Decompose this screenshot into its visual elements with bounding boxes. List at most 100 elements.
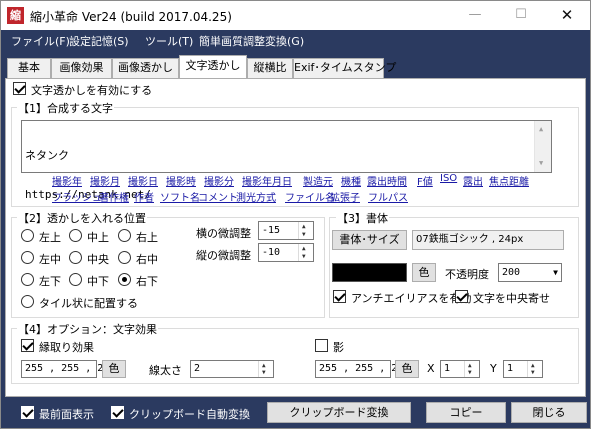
menu-file[interactable]: ファイル(F) (11, 33, 70, 49)
menu-quality-convert[interactable]: 簡単画質調整変換(G) (199, 33, 304, 49)
tile-layout-label: タイル状に配置する (39, 297, 138, 310)
outline-color-field[interactable]: 255 , 255 , 255 (21, 360, 115, 378)
shadow-x-label: X (427, 362, 435, 375)
clipboard-convert-button[interactable]: クリップボード変換 (267, 402, 411, 423)
menu-bar: ファイル(F) 設定記憶(S) ツール(T) 簡単画質調整変換(G) (1, 30, 590, 50)
tag-exposure-time[interactable]: 露出時間 (367, 173, 407, 188)
shadow-label: 影 (333, 341, 344, 354)
tag-extension[interactable]: 拡張子 (330, 189, 360, 204)
tag-shooting-day[interactable]: 撮影日 (128, 173, 158, 188)
position-middle-left-label: 左中 (39, 253, 61, 266)
scroll-up-icon[interactable]: ▲ (539, 123, 543, 136)
tab-basic[interactable]: 基本 (7, 58, 51, 78)
shadow-y-spinner[interactable]: 1 ▲ ▼ (503, 360, 543, 378)
tag-flash[interactable]: フラッシュ (52, 189, 102, 204)
maximize-button[interactable]: ☐ (498, 1, 544, 30)
tab-aspect-ratio[interactable]: 縦横比 (247, 58, 293, 78)
position-top-center-radio[interactable] (69, 229, 82, 242)
tab-exif-timestamp[interactable]: Exif･タイムスタンプ (293, 58, 396, 78)
close-window-button[interactable]: ✕ (544, 1, 590, 30)
position-center-radio[interactable] (69, 251, 82, 264)
tag-shooting-minute[interactable]: 撮影分 (204, 173, 234, 188)
text-watermark-panel: 文字透かしを有効にする 【1】合成する文字 ネタンク https://netan… (5, 78, 586, 397)
outline-color-button[interactable]: 色 (102, 360, 126, 378)
shadow-checkbox[interactable] (315, 339, 328, 352)
scroll-down-icon[interactable]: ▼ (539, 157, 543, 170)
font-group-title: 【3】書体 (336, 210, 389, 226)
tag-exposure[interactable]: 露出 (463, 173, 483, 188)
tag-filename[interactable]: ファイル名 (285, 189, 335, 204)
position-top-left-radio[interactable] (21, 229, 34, 242)
tag-shooting-month[interactable]: 撮影月 (90, 173, 120, 188)
vertical-adjust-label: 縦の微調整 (196, 249, 251, 262)
position-top-center-label: 中上 (87, 231, 109, 244)
position-top-right-label: 右上 (136, 231, 158, 244)
position-bottom-left-radio[interactable] (21, 273, 34, 286)
position-center-label: 中央 (87, 253, 109, 266)
spin-down-icon[interactable]: ▼ (531, 370, 535, 376)
position-bottom-center-label: 中下 (87, 275, 109, 288)
text-color-button[interactable]: 色 (412, 263, 436, 282)
position-title: 【2】透かしを入れる位置 (17, 210, 147, 226)
tag-f-number[interactable]: F値 (417, 173, 433, 188)
position-bottom-right-label: 右下 (136, 275, 158, 288)
spin-down-icon[interactable]: ▼ (262, 370, 266, 376)
topmost-checkbox[interactable] (21, 406, 34, 419)
tag-comment[interactable]: コメント (198, 189, 238, 204)
tag-shooting-year[interactable]: 撮影年 (52, 173, 82, 188)
menu-tools[interactable]: ツール(T) (145, 33, 193, 49)
position-top-right-radio[interactable] (118, 229, 131, 242)
enable-text-watermark-label: 文字透かしを有効にする (31, 84, 153, 97)
tile-layout-radio[interactable] (21, 295, 34, 308)
position-bottom-center-radio[interactable] (69, 273, 82, 286)
position-bottom-right-radio[interactable] (118, 273, 131, 286)
shadow-color-button[interactable]: 色 (395, 360, 419, 378)
position-middle-left-radio[interactable] (21, 251, 34, 264)
opacity-value: 200 (502, 267, 521, 278)
shadow-x-spinner[interactable]: 1 ▲ ▼ (440, 360, 480, 378)
clipboard-auto-checkbox[interactable] (111, 406, 124, 419)
text-scrollbar[interactable]: ▲ ▼ (534, 121, 551, 172)
tag-fullpath[interactable]: フルパス (368, 189, 408, 204)
stroke-width-spinner[interactable]: 2 ▲ ▼ (190, 360, 274, 378)
font-display-field: 07鉄瓶ゴシック , 24px (412, 230, 564, 250)
tag-maker[interactable]: 製造元 (303, 173, 333, 188)
spin-up-icon[interactable]: ▲ (302, 246, 306, 252)
minimize-button[interactable]: — (452, 1, 498, 30)
spin-down-icon[interactable]: ▼ (302, 232, 306, 238)
close-button[interactable]: 閉じる (511, 402, 587, 423)
tab-text-watermark[interactable]: 文字透かし (179, 55, 247, 78)
app-icon: 縮 (7, 7, 24, 24)
position-top-left-label: 左上 (39, 231, 61, 244)
antialias-label: アンチエイリアスを有効 (351, 292, 472, 305)
spin-down-icon[interactable]: ▼ (302, 254, 306, 260)
horizontal-adjust-spinner[interactable]: -15 ▲ ▼ (258, 221, 314, 240)
tag-shooting-hour[interactable]: 撮影時 (166, 173, 196, 188)
copy-button[interactable]: コピー (426, 402, 506, 423)
watermark-text-input[interactable]: ネタンク https://netank.net/ ▲ ▼ (21, 120, 552, 201)
font-size-button[interactable]: 書体･サイズ (332, 230, 407, 250)
tag-shooting-date[interactable]: 撮影年月日 (242, 173, 292, 188)
tag-metering[interactable]: 測光方式 (236, 189, 276, 204)
tab-image-effect[interactable]: 画像効果 (51, 58, 112, 78)
tag-author[interactable]: 作者 (134, 189, 154, 204)
enable-text-watermark-checkbox[interactable] (13, 82, 26, 95)
opacity-label: 不透明度 (445, 268, 489, 281)
topmost-label: 最前面表示 (39, 408, 94, 421)
position-middle-right-radio[interactable] (118, 251, 131, 264)
tag-model[interactable]: 機種 (341, 173, 361, 188)
vertical-adjust-spinner[interactable]: -10 ▲ ▼ (258, 243, 314, 262)
opacity-select[interactable]: 200 ▼ (498, 263, 562, 282)
tag-copyright[interactable]: 著作権 (99, 189, 129, 204)
tab-image-watermark[interactable]: 画像透かし (112, 58, 179, 78)
antialias-checkbox[interactable] (333, 290, 346, 303)
outline-effect-checkbox[interactable] (21, 339, 34, 352)
shadow-color-field[interactable]: 255 , 255 , 255 (315, 360, 409, 378)
spin-up-icon[interactable]: ▲ (302, 224, 306, 230)
tag-iso[interactable]: ISO (440, 173, 457, 184)
tag-focal-length[interactable]: 焦点距離 (489, 173, 529, 188)
center-text-checkbox[interactable] (455, 290, 468, 303)
menu-settings-memory[interactable]: 設定記憶(S) (69, 33, 129, 49)
tag-software[interactable]: ソフト名 (160, 189, 200, 204)
spin-down-icon[interactable]: ▼ (468, 370, 472, 376)
